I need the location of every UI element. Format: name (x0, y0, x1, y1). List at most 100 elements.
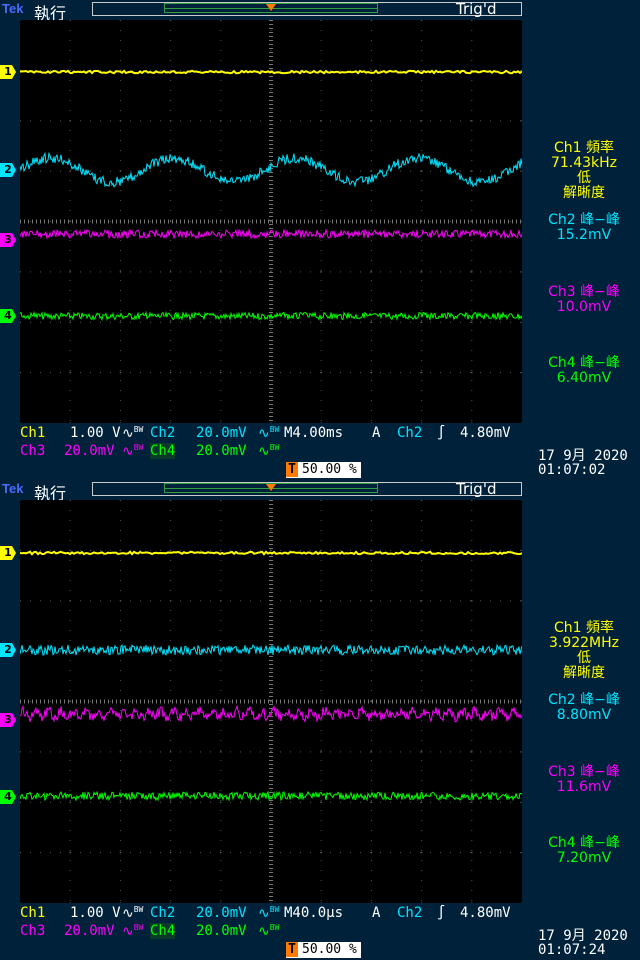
grid-dot (471, 751, 473, 753)
center-axis-tick (260, 699, 261, 704)
grid-dot (380, 372, 381, 374)
grid-dot (200, 69, 201, 71)
grid-dot (70, 271, 71, 273)
grid-dot (69, 140, 71, 141)
grid-dot (260, 801, 261, 803)
grid-dot (69, 370, 71, 371)
grid-dot (69, 40, 71, 41)
grid-dot (340, 549, 341, 551)
center-axis-tick (269, 636, 273, 637)
center-axis-tick (344, 699, 345, 704)
grid-dot (471, 510, 473, 511)
grid-dot (40, 120, 41, 122)
grid-dot (50, 701, 51, 702)
grid-dot (320, 300, 322, 301)
grid-dot (471, 801, 473, 804)
center-axis-tick (269, 68, 273, 69)
grid-dot (490, 600, 491, 602)
grid-dot (190, 321, 191, 323)
center-axis-tick (269, 524, 273, 525)
grid-dot (220, 150, 222, 151)
grid-dot (440, 549, 441, 551)
grid-dot (421, 800, 423, 801)
grid-dot (420, 372, 421, 374)
grid-dot (69, 110, 71, 111)
grid-dot (220, 510, 222, 511)
grid-dot (421, 650, 423, 651)
grid-dot (170, 180, 172, 181)
grid-dot (130, 271, 131, 273)
center-axis-tick (56, 699, 57, 704)
grid-dot (410, 321, 411, 323)
grid-dot (210, 372, 211, 374)
grid-dot (150, 701, 151, 702)
grid-dot (110, 801, 111, 803)
grid-dot (280, 170, 281, 172)
grid-dot (110, 751, 111, 753)
center-axis-tick (72, 699, 73, 704)
grid-dot (69, 130, 71, 131)
grid-dot (170, 750, 172, 751)
grid-dot (270, 290, 272, 291)
grid-dot (220, 271, 221, 273)
trigger-position-arrow (266, 484, 276, 491)
grid-dot (471, 670, 473, 671)
center-axis-tick (200, 219, 201, 224)
grid-dot (220, 870, 222, 871)
grid-dot (460, 600, 461, 602)
grid-dot (220, 130, 222, 131)
center-axis-tick (148, 699, 149, 704)
grid-dot (370, 780, 372, 781)
grid-dot (370, 820, 372, 821)
center-axis-tick (269, 748, 273, 749)
measurement-value: 8.80mV (556, 707, 612, 723)
center-axis-tick (269, 408, 273, 409)
grid-dot (320, 130, 322, 131)
grid-dot (510, 650, 511, 652)
center-axis-tick (136, 699, 137, 704)
grid-dot (280, 600, 281, 602)
grid-dot (110, 600, 111, 602)
grid-dot (80, 372, 81, 374)
center-axis-tick (269, 396, 273, 397)
grid-dot (480, 650, 481, 652)
center-axis-tick (428, 219, 429, 224)
grid-dot (220, 410, 222, 411)
grid-dot (320, 680, 322, 681)
grid-dot (170, 530, 172, 531)
grid-dot (450, 372, 451, 374)
grid-dot (471, 321, 473, 324)
center-axis-tick (152, 699, 153, 704)
grid-dot (440, 120, 441, 122)
center-axis-tick (300, 219, 301, 224)
grid-dot (421, 860, 423, 861)
grid-dot (150, 751, 151, 753)
trigger-status: Trig'd (456, 0, 497, 18)
grid-dot (421, 70, 423, 71)
ch3-marker: 3 (0, 713, 16, 727)
grid-dot (370, 850, 372, 851)
grid-dot (370, 750, 372, 751)
grid-dot (370, 680, 372, 681)
grid-dot (70, 69, 71, 71)
grid-dot (521, 600, 522, 602)
center-axis-tick (400, 699, 401, 704)
grid-dot (170, 310, 172, 311)
grid-dot (510, 751, 511, 753)
center-axis-tick (269, 260, 273, 261)
grid-dot (40, 600, 41, 602)
grid-dot (521, 271, 522, 273)
grid-dot (380, 69, 381, 71)
grid-dot (430, 221, 431, 222)
grid-dot (500, 852, 501, 854)
grid-dot (370, 810, 372, 811)
grid-dot (420, 271, 421, 273)
grid-dot (430, 852, 431, 854)
grid-dot (421, 840, 423, 841)
grid-dot (360, 751, 361, 753)
grid-dot (370, 130, 372, 131)
grid-dot (470, 701, 471, 702)
grid-dot (471, 620, 473, 621)
grid-dot (170, 760, 172, 761)
grid-dot (300, 751, 301, 753)
